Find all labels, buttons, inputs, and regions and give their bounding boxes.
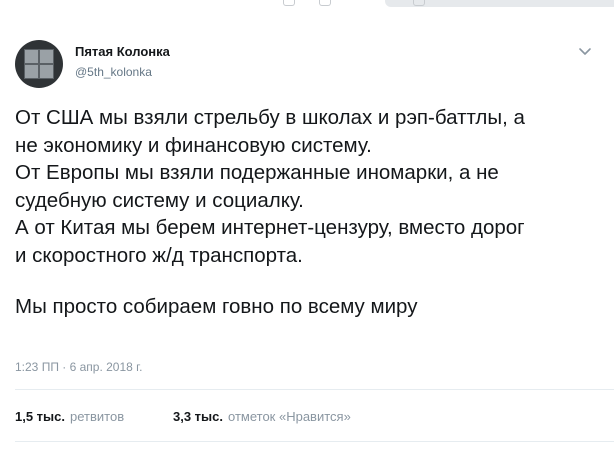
tweet-stats: 1,5 тыс. ретвитов 3,3 тыс. отметок «Нравит… — [15, 409, 351, 424]
likes-count: 3,3 тыс. — [173, 409, 223, 424]
chevron-down-icon[interactable] — [578, 47, 592, 57]
retweets-count: 1,5 тыс. — [15, 409, 65, 424]
tweet-timestamp[interactable]: 1:23 ПП · 6 апр. 2018 г. — [15, 360, 142, 374]
likes-label: отметок «Нравится» — [228, 409, 351, 424]
avatar-tile — [39, 49, 54, 64]
tweet-line: судебную систему и социалку. — [15, 188, 304, 212]
retweets-stat[interactable]: 1,5 тыс. ретвитов — [15, 409, 124, 424]
avatar-tile — [39, 64, 54, 79]
tweet-line: и скоростного ж/д транспорта. — [15, 243, 303, 267]
tweet-line: От Европы мы взяли подержанные иномарки,… — [15, 161, 499, 184]
likes-stat[interactable]: 3,3 тыс. отметок «Нравится» — [173, 409, 351, 424]
toolbar-glyph — [319, 0, 331, 6]
tweet-closing-line: Мы просто собираем говно по всему миру — [15, 295, 418, 318]
top-strip — [0, 0, 614, 14]
tweet-line: От США мы взяли стрельбу в школах и рэп-… — [15, 106, 525, 129]
author-handle[interactable]: @5th_kolonka — [75, 65, 152, 79]
avatar[interactable] — [15, 40, 63, 88]
avatar-tile — [24, 64, 39, 79]
retweets-label: ретвитов — [70, 409, 125, 424]
tweet-text: От США мы взяли стрельбу в школах и рэп-… — [15, 104, 605, 321]
tweet-line: не экономику и финансовую систему. — [15, 133, 372, 157]
divider — [15, 441, 614, 442]
tweet-line: А от Китая мы берем интернет-цензуру, вм… — [15, 216, 525, 239]
toolbar-glyph — [283, 0, 295, 6]
avatar-tile — [24, 49, 39, 64]
divider — [15, 389, 614, 390]
author-name[interactable]: Пятая Колонка — [75, 44, 170, 59]
toolbar-glyph — [413, 0, 425, 6]
